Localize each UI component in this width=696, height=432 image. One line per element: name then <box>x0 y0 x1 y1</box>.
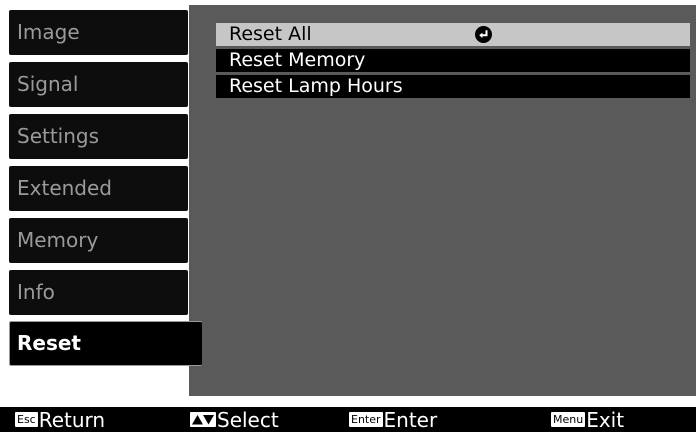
tab-settings[interactable]: Settings <box>9 114 188 159</box>
menu-item-label: Reset Memory <box>229 49 366 71</box>
return-label: Return <box>38 407 106 432</box>
reset-all-item[interactable]: Reset All <box>216 23 690 46</box>
tab-label: Image <box>17 20 80 44</box>
menu-key-icon: Menu <box>551 412 586 427</box>
tab-label: Signal <box>17 72 79 96</box>
menu-item-label: Reset Lamp Hours <box>229 75 403 97</box>
select-label: Select <box>217 407 279 432</box>
tab-label: Info <box>17 280 55 304</box>
reset-memory-item[interactable]: Reset Memory <box>216 49 690 72</box>
tab-label: Settings <box>17 124 100 148</box>
tab-memory[interactable]: Memory <box>9 218 188 263</box>
enter-hint: Enter Enter <box>349 407 437 432</box>
enter-key-icon: Enter <box>349 412 383 427</box>
tab-image[interactable]: Image <box>9 10 188 55</box>
tab-label: Reset <box>17 331 81 355</box>
select-hint: Select <box>190 407 279 432</box>
up-down-arrows-icon <box>190 412 216 427</box>
tab-label: Extended <box>17 176 112 200</box>
exit-label: Exit <box>586 407 625 432</box>
reset-lamp-hours-item[interactable]: Reset Lamp Hours <box>216 75 690 98</box>
tab-signal[interactable]: Signal <box>9 62 188 107</box>
tab-reset[interactable]: Reset <box>9 321 202 366</box>
menu-item-label: Reset All <box>229 23 312 45</box>
footer-help-bar: Esc Return Select Enter Enter Menu Exit <box>0 407 696 432</box>
enter-label: Enter <box>383 407 438 432</box>
tab-label: Memory <box>17 228 99 252</box>
exit-hint: Menu Exit <box>551 407 624 432</box>
enter-icon <box>475 26 492 43</box>
return-hint: Esc Return <box>15 407 105 432</box>
esc-key-icon: Esc <box>15 412 38 427</box>
tab-info[interactable]: Info <box>9 270 188 315</box>
submenu-panel: Reset All Reset Memory Reset Lamp Hours <box>189 5 696 396</box>
tab-extended[interactable]: Extended <box>9 166 188 211</box>
